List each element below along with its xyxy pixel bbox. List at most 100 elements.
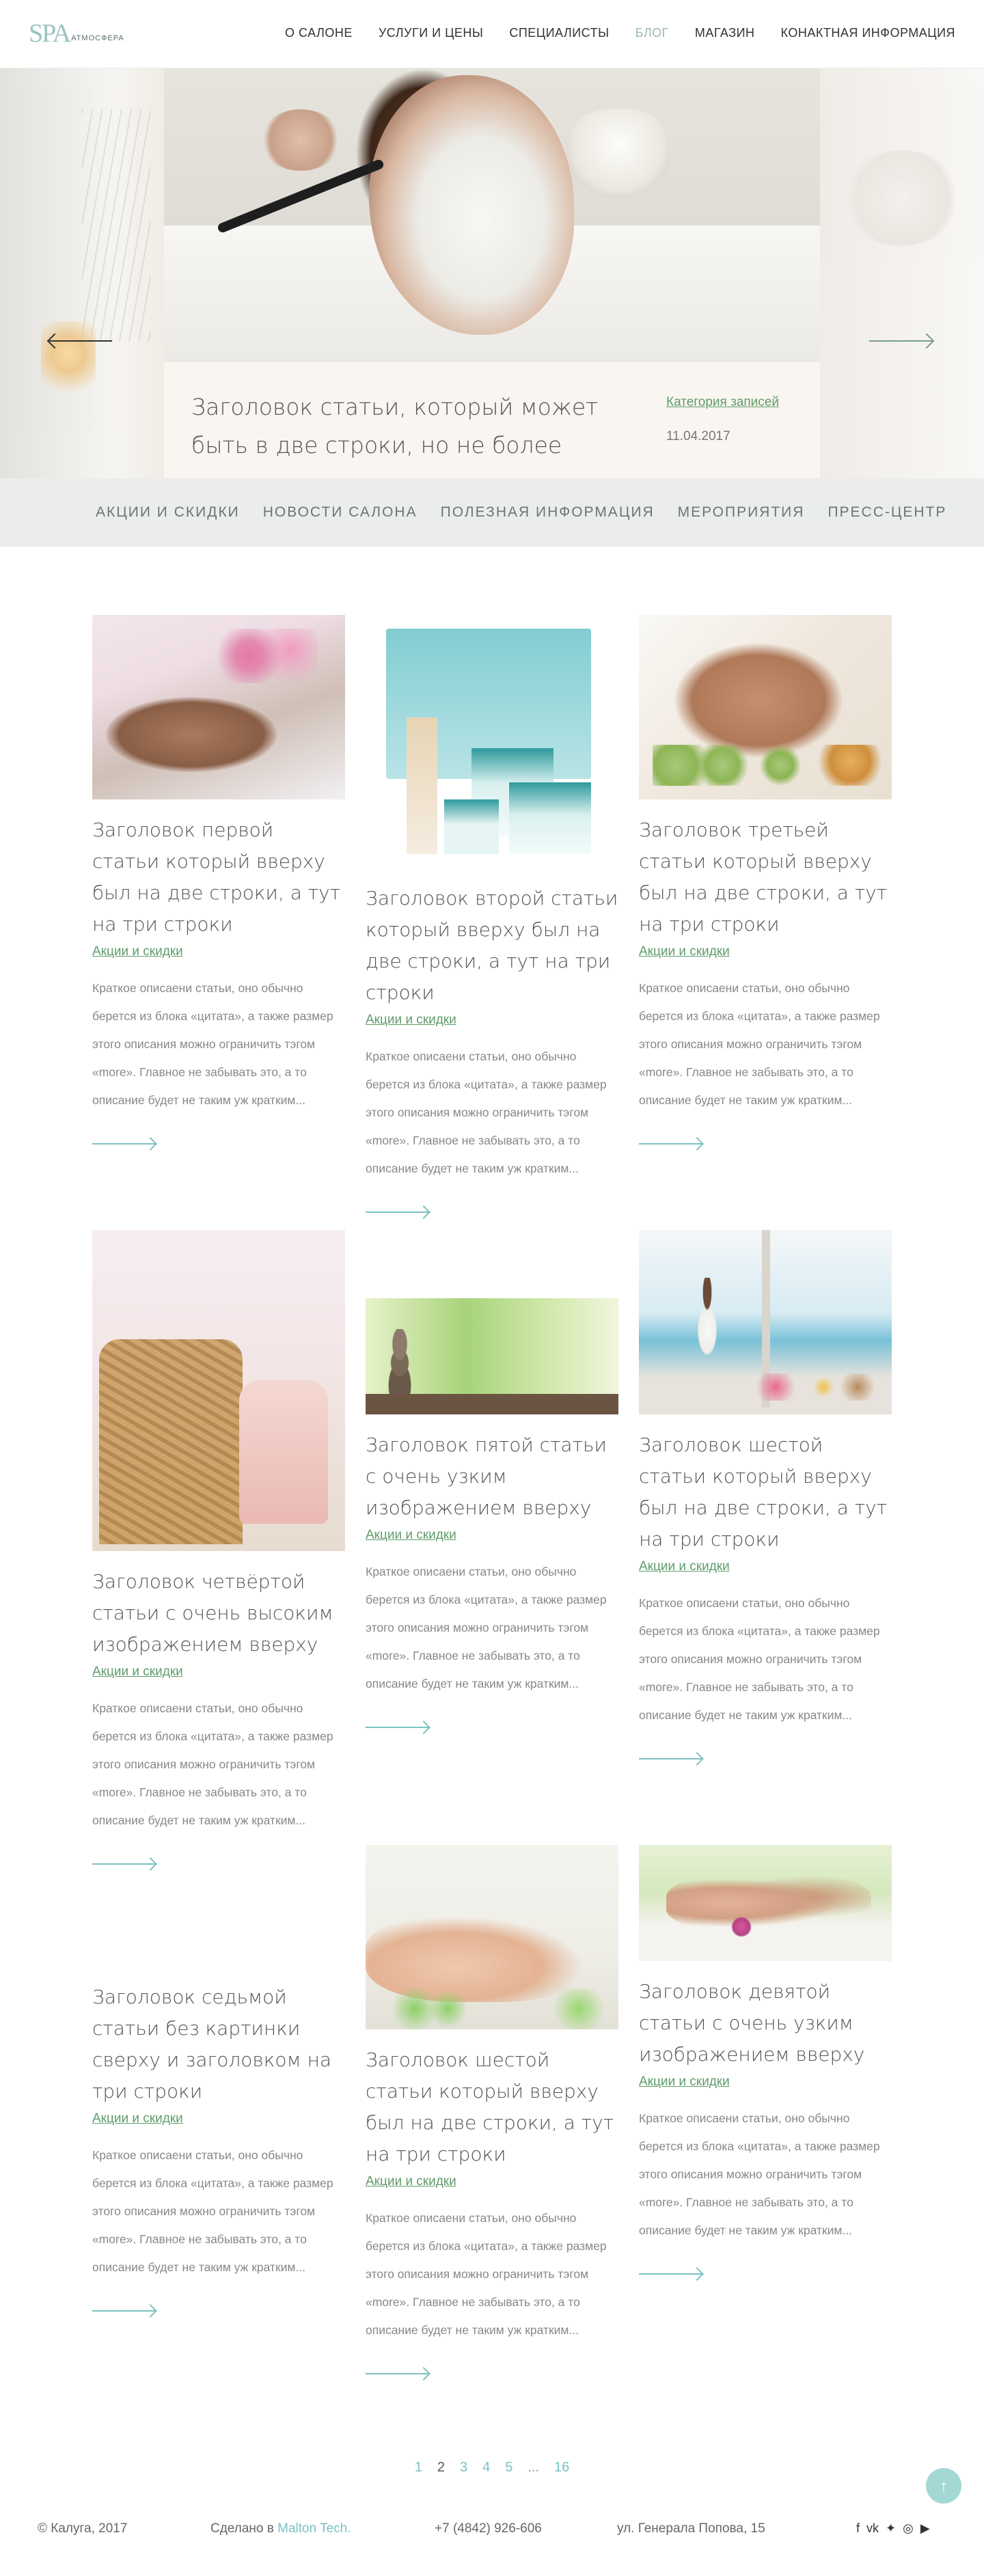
read-more-arrow-icon[interactable] <box>92 2310 155 2312</box>
read-more-arrow-icon[interactable] <box>366 2373 428 2374</box>
category-link-news[interactable]: НОВОСТИ САЛОНА <box>263 504 418 521</box>
post-category-link[interactable]: Акции и скидки <box>366 1528 456 1543</box>
post-excerpt: Краткое описаени статьи, оно обычно бере… <box>639 981 880 1107</box>
post-category-link[interactable]: Акции и скидки <box>366 2174 456 2189</box>
pagination: 1 2 3 4 5 ... 16 <box>0 2460 984 2476</box>
post-title[interactable]: Заголовок девятой статьи с очень узким и… <box>639 1976 892 2070</box>
post-card: Заголовок третьей статьи который вверху … <box>639 615 892 1145</box>
slider-prev-arrow-icon[interactable] <box>49 340 112 342</box>
post-title[interactable]: Заголовок пятой статьи с очень узким изо… <box>366 1429 618 1524</box>
post-title[interactable]: Заголовок третьей статьи который вверху … <box>639 814 892 940</box>
post-image[interactable] <box>92 615 345 799</box>
post-image[interactable] <box>366 1298 618 1414</box>
nav-item-contacts[interactable]: КОНАКТНАЯ ИНФОРМАЦИЯ <box>781 26 955 40</box>
post-category-link[interactable]: Акции и скидки <box>92 2111 183 2126</box>
post-card: Заголовок пятой статьи с очень узким изо… <box>366 1298 618 1728</box>
post-image[interactable] <box>639 1230 892 1414</box>
vk-icon[interactable]: vk <box>866 2521 879 2536</box>
main-nav: О САЛОНЕ УСЛУГИ И ЦЕНЫ СПЕЦИАЛИСТЫ БЛОГ … <box>285 26 955 40</box>
slider-next-arrow-icon[interactable] <box>869 340 932 342</box>
social-links: f vk ✦ ◎ ▶ <box>856 2521 930 2536</box>
footer-address: ул. Генерала Попова, 15 <box>617 2521 765 2536</box>
nav-item-blog[interactable]: БЛОГ <box>636 26 669 40</box>
read-more-arrow-icon[interactable] <box>639 1758 702 1759</box>
page-link[interactable]: 16 <box>554 2460 569 2476</box>
nav-item-shop[interactable]: МАГАЗИН <box>695 26 755 40</box>
post-excerpt: Краткое описаени статьи, оно обычно бере… <box>92 981 333 1107</box>
post-card: Заголовок шестой статьи который вверху б… <box>366 1845 618 2374</box>
twitter-icon[interactable]: ✦ <box>886 2521 896 2536</box>
scroll-to-top-arrow-up-icon[interactable]: ↑ <box>926 2468 961 2504</box>
post-category-link[interactable]: Акции и скидки <box>639 1559 730 1574</box>
read-more-arrow-icon[interactable] <box>92 1143 155 1145</box>
post-title[interactable]: Заголовок первой статьи который вверху б… <box>92 814 345 940</box>
post-excerpt: Краткое описаени статьи, оно обычно бере… <box>366 1050 607 1175</box>
hero-category-link[interactable]: Категория записей <box>666 395 779 410</box>
post-card: Заголовок шестой статьи который вверху б… <box>639 1230 892 1759</box>
post-excerpt: Краткое описаени статьи, оно обычно бере… <box>92 2148 333 2274</box>
read-more-arrow-icon[interactable] <box>639 1143 702 1145</box>
post-title[interactable]: Заголовок шестой статьи который вверху б… <box>366 2044 618 2170</box>
post-category-link[interactable]: Акции и скидки <box>639 944 730 959</box>
post-excerpt: Краткое описаени статьи, оно обычно бере… <box>366 2211 607 2337</box>
post-image[interactable] <box>92 1230 345 1551</box>
read-more-arrow-icon[interactable] <box>366 1727 428 1728</box>
page-link[interactable]: 5 <box>505 2460 512 2476</box>
developer-link[interactable]: Malton Tech. <box>277 2521 351 2536</box>
footer-made-prefix: Сделано в <box>210 2521 274 2536</box>
hero-caption: Заголовок статьи, который может быть в д… <box>164 362 820 478</box>
nav-item-services[interactable]: УСЛУГИ И ЦЕНЫ <box>379 26 483 40</box>
hero-slider: Заголовок статьи, который может быть в д… <box>0 68 984 478</box>
read-more-arrow-icon[interactable] <box>92 1863 155 1865</box>
post-image[interactable] <box>366 615 618 868</box>
post-image[interactable] <box>639 1845 892 1961</box>
page-ellipsis: ... <box>528 2460 540 2475</box>
post-card: Заголовок четвёртой статьи с очень высок… <box>92 1230 345 1865</box>
hero-image <box>164 68 820 362</box>
post-excerpt: Краткое описаени статьи, оно обычно бере… <box>92 1701 333 1827</box>
post-excerpt: Краткое описаени статьи, оно обычно бере… <box>366 1565 607 1690</box>
site-footer: © Калуга, 2017 Сделано в Malton Tech. +7… <box>0 2521 984 2552</box>
footer-phone[interactable]: +7 (4842) 926-606 <box>435 2521 542 2536</box>
page-link[interactable]: 3 <box>460 2460 467 2476</box>
page-link[interactable]: 4 <box>482 2460 490 2476</box>
category-link-events[interactable]: МЕРОПРИЯТИЯ <box>678 504 805 521</box>
instagram-icon[interactable]: ◎ <box>903 2521 914 2536</box>
read-more-arrow-icon[interactable] <box>366 1211 428 1213</box>
post-category-link[interactable]: Акции и скидки <box>92 944 183 959</box>
page-current: 2 <box>437 2460 445 2475</box>
category-link-sales[interactable]: АКЦИИ И СКИДКИ <box>96 504 240 521</box>
logo-mark: SPA <box>29 19 71 48</box>
category-link-press[interactable]: ПРЕСС-ЦЕНТР <box>828 504 946 521</box>
post-image[interactable] <box>639 615 892 799</box>
post-card: Заголовок седьмой статьи без картинки св… <box>92 1967 345 2312</box>
category-bar: АКЦИИ И СКИДКИ НОВОСТИ САЛОНА ПОЛЕЗНАЯ И… <box>0 478 984 547</box>
post-title[interactable]: Заголовок шестой статьи который вверху б… <box>639 1429 892 1555</box>
post-category-link[interactable]: Акции и скидки <box>366 1013 456 1028</box>
category-link-useful[interactable]: ПОЛЕЗНАЯ ИНФОРМАЦИЯ <box>441 504 655 521</box>
post-title[interactable]: Заголовок второй статьи который вверху б… <box>366 883 618 1009</box>
post-excerpt: Краткое описаени статьи, оно обычно бере… <box>639 2111 880 2237</box>
next-slide-preview <box>820 68 984 478</box>
post-title[interactable]: Заголовок седьмой статьи без картинки св… <box>92 1982 345 2107</box>
logo[interactable]: SPA АТМОСФЕРА <box>29 20 124 46</box>
site-header: SPA АТМОСФЕРА О САЛОНЕ УСЛУГИ И ЦЕНЫ СПЕ… <box>0 0 984 68</box>
footer-made-by: Сделано в Malton Tech. <box>210 2521 351 2536</box>
post-image[interactable] <box>366 1845 618 2029</box>
post-category-link[interactable]: Акции и скидки <box>92 1664 183 1680</box>
post-excerpt: Краткое описаени статьи, оно обычно бере… <box>639 1596 880 1722</box>
post-title[interactable]: Заголовок четвёртой статьи с очень высок… <box>92 1566 345 1660</box>
youtube-icon[interactable]: ▶ <box>920 2521 930 2536</box>
page-link[interactable]: 1 <box>415 2460 422 2476</box>
hero-date: 11.04.2017 <box>666 429 730 443</box>
post-card: Заголовок первой статьи который вверху б… <box>92 615 345 1145</box>
nav-item-specialists[interactable]: СПЕЦИАЛИСТЫ <box>509 26 609 40</box>
read-more-arrow-icon[interactable] <box>639 2273 702 2275</box>
post-category-link[interactable]: Акции и скидки <box>639 2074 730 2089</box>
logo-word: АТМОСФЕРА <box>71 34 124 42</box>
facebook-icon[interactable]: f <box>856 2521 860 2536</box>
nav-item-about[interactable]: О САЛОНЕ <box>285 26 353 40</box>
post-card: Заголовок второй статьи который вверху б… <box>366 615 618 1213</box>
prev-slide-preview <box>0 68 164 478</box>
hero-title[interactable]: Заголовок статьи, который может быть в д… <box>191 388 615 465</box>
